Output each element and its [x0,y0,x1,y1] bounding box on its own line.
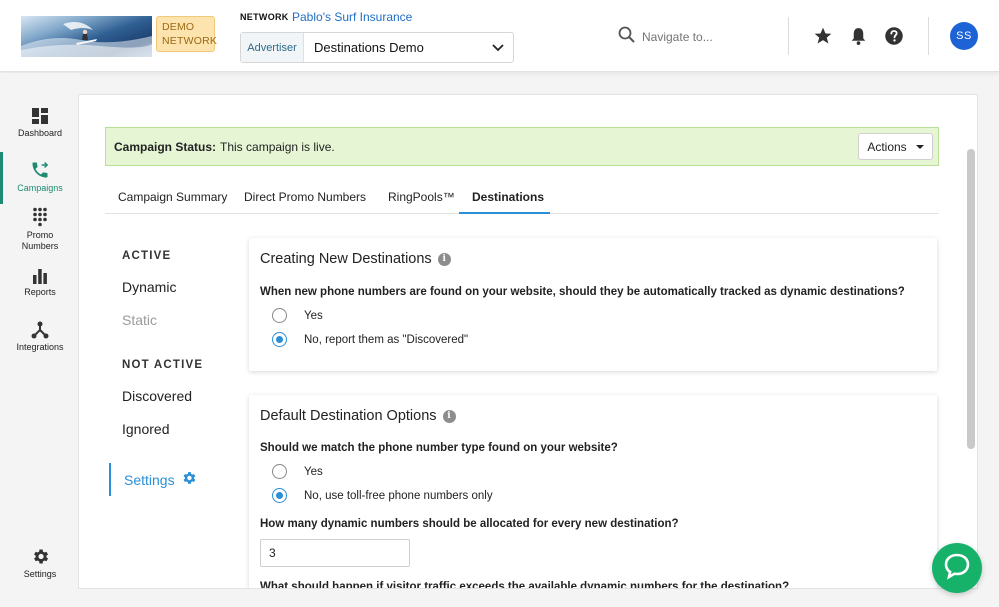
sidebar-item-label: Settings [23,569,57,579]
allocated-numbers-input[interactable] [260,539,410,567]
demo-network-badge: DEMO NETWORK [156,16,218,52]
search-input[interactable] [642,30,782,44]
network-logo[interactable] [21,16,152,57]
auto-track-question: When new phone numbers are found on your… [260,286,905,298]
bar-chart-icon [0,268,80,284]
network-label: NETWORK [240,12,289,22]
main-content: Campaign Status: This campaign is live. … [78,94,978,589]
radio-no[interactable] [272,488,287,503]
top-bar: DEMO NETWORK NETWORK Pablo's Surf Insura… [0,0,999,72]
subnav-heading-active: ACTIVE [122,250,172,262]
advertiser-label: Advertiser [241,33,304,62]
panel-title-text: Creating New Destinations [260,251,432,267]
traffic-overflow-question: What should happen if visitor traffic ex… [260,581,790,589]
sidebar: Dashboard Campaigns Promo Numbers Report… [0,73,80,607]
sidebar-item-label: Dashboard [17,128,63,138]
sidebar-item-dashboard[interactable]: Dashboard [0,107,80,138]
advertiser-select[interactable]: Advertiser Destinations Demo [240,32,514,63]
subnav-item-static[interactable]: Static [122,312,157,328]
panel-title: Default Destination Options i [260,408,456,424]
navigate-search [618,26,782,48]
info-icon[interactable]: i [437,252,451,266]
subnav-item-ignored[interactable]: Ignored [122,421,169,437]
integrations-icon [0,321,80,339]
gear-icon [0,547,80,566]
subnav-heading-not-active: NOT ACTIVE [122,359,204,371]
actions-label: Actions [867,139,907,154]
gear-icon [181,470,197,489]
chevron-down-icon [483,33,513,62]
sidebar-item-campaigns[interactable]: Campaigns [0,152,80,204]
user-avatar[interactable]: SS [950,22,978,50]
tab-destinations[interactable]: Destinations [472,190,544,204]
option-label: No, report them as "Discovered" [304,333,469,346]
status-label: Campaign Status: [114,139,217,154]
advertiser-value: Destinations Demo [314,40,424,55]
info-icon[interactable]: i [442,409,456,423]
chat-button[interactable] [932,543,982,593]
phone-forward-icon [0,160,80,180]
match-type-question: Should we match the phone number type fo… [260,442,618,454]
auto-track-option-yes[interactable]: Yes [272,308,323,323]
dashboard-icon [0,107,80,125]
radio-yes[interactable] [272,464,287,479]
option-label: No, use toll-free phone numbers only [304,489,493,502]
option-label: Yes [304,465,323,478]
header-divider [788,17,789,55]
header-divider [928,17,929,55]
help-icon[interactable] [884,26,904,46]
demo-badge-text: DEMO NETWORK [162,21,218,47]
dialpad-icon [0,207,80,227]
subnav-item-settings[interactable]: Settings [109,463,197,496]
tab-campaign-summary[interactable]: Campaign Summary [118,190,227,204]
star-icon[interactable] [813,26,833,46]
active-tab-indicator [459,212,550,214]
auto-track-option-no[interactable]: No, report them as "Discovered" [272,332,468,347]
status-text: This campaign is live. [220,139,335,154]
tab-ringpools[interactable]: RingPools™ [388,190,455,204]
content-scrollbar[interactable] [967,149,975,449]
chat-icon [943,552,971,585]
panel-title: Creating New Destinations i [260,251,451,267]
caret-down-icon [915,144,924,149]
sidebar-item-label: Promo Numbers [21,230,59,251]
network-name-link[interactable]: Pablo's Surf Insurance [292,10,412,24]
bell-icon[interactable] [849,26,869,46]
default-destination-options-panel: Default Destination Options i Should we … [249,395,937,589]
sidebar-item-integrations[interactable]: Integrations [0,321,80,352]
panel-title-text: Default Destination Options [260,408,437,424]
campaign-tabs: Campaign Summary Direct Promo Numbers Ri… [105,182,939,214]
match-type-option-no[interactable]: No, use toll-free phone numbers only [272,488,493,503]
subnav-item-discovered[interactable]: Discovered [122,388,192,404]
radio-yes[interactable] [272,308,287,323]
subnav-settings-label: Settings [124,471,175,488]
sidebar-item-reports[interactable]: Reports [0,268,80,297]
sidebar-item-label: Reports [24,287,56,297]
sidebar-item-label: Campaigns [17,183,63,193]
tab-direct-promo-numbers[interactable]: Direct Promo Numbers [244,190,366,204]
option-label: Yes [304,309,323,322]
sidebar-item-settings[interactable]: Settings [0,547,80,579]
creating-new-destinations-panel: Creating New Destinations i When new pho… [249,238,937,371]
sidebar-item-label: Integrations [16,342,64,352]
subnav-item-dynamic[interactable]: Dynamic [122,279,176,295]
sidebar-item-promo-numbers[interactable]: Promo Numbers [0,207,80,252]
campaign-status-banner: Campaign Status: This campaign is live. … [105,127,939,166]
match-type-option-yes[interactable]: Yes [272,464,323,479]
allocation-question: How many dynamic numbers should be alloc… [260,518,679,530]
actions-button[interactable]: Actions [858,133,933,160]
radio-no[interactable] [272,332,287,347]
search-icon [618,26,635,48]
